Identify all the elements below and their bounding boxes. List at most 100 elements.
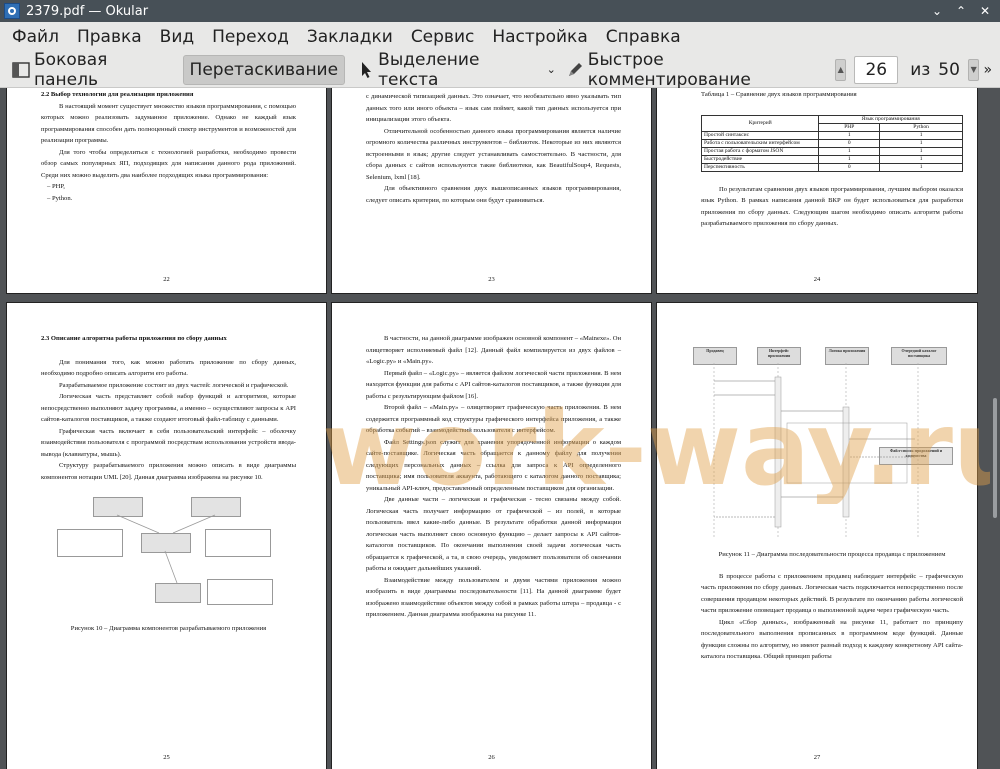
table-cell: 1: [879, 162, 963, 172]
table-cell: Простая работа с форматом JSON: [700, 146, 820, 156]
page-number: 23: [488, 275, 495, 283]
table-cell: 1: [879, 154, 963, 164]
main-toolbar: Боковая панель Перетаскивание Выделение …: [0, 50, 1000, 90]
paragraph: В частности, на данной диаграмме изображ…: [366, 335, 621, 365]
page-27: Продавец Интерфейс приложения Логика при…: [656, 302, 978, 769]
component-diagram: [41, 493, 296, 623]
paragraph: Структуру разрабатываемого приложения мо…: [41, 462, 296, 481]
paragraph: Графическая часть включает в себя пользо…: [41, 427, 296, 458]
page-25: 2.3 Описание алгоритма работы приложения…: [6, 302, 327, 769]
table-cell: 1: [879, 138, 963, 148]
drag-mode-button[interactable]: Перетаскивание: [182, 54, 346, 85]
table-row: Работа с пользовательским интерфейсом 0 …: [700, 138, 963, 148]
paragraph: Первый файл – «Logic.py» – является файл…: [366, 369, 621, 400]
paragraph: Для объективного сравнения двух вышеопис…: [366, 185, 621, 204]
vertical-scrollbar[interactable]: [990, 88, 1000, 769]
okular-app-icon: [4, 3, 20, 19]
sidebar-label: Боковая панель: [34, 49, 108, 90]
toolbar-overflow-icon[interactable]: »: [983, 62, 992, 78]
table-row: Простой синтаксис 1 1: [700, 130, 963, 140]
previous-page-icon[interactable]: ▲: [834, 58, 847, 81]
page-23: с динамической типизацией данных. Это оз…: [331, 88, 652, 294]
page-number: 22: [163, 275, 170, 283]
paragraph: Для понимания того, как можно работать п…: [41, 358, 296, 378]
page-heading: 2.2 Выбор технологии для реализации прил…: [41, 91, 194, 98]
document-viewport[interactable]: 2.2 Выбор технологии для реализации прил…: [0, 88, 1000, 769]
close-icon[interactable]: ✕: [978, 4, 992, 18]
page-number: 27: [813, 753, 821, 761]
maximize-icon[interactable]: ⌃: [954, 4, 968, 18]
drag-mode-label: Перетаскивание: [189, 59, 339, 80]
table-cell: 0: [818, 138, 881, 148]
menu-bookmarks[interactable]: Закладки: [298, 27, 402, 47]
current-page-value: 26: [865, 59, 888, 80]
page-22: 2.2 Выбор технологии для реализации прил…: [6, 88, 327, 294]
table-cell: 0: [818, 162, 881, 172]
paragraph: Для того чтобы определиться с технологие…: [41, 148, 296, 179]
table-header: Критерий: [700, 114, 820, 132]
page-number: 26: [488, 753, 495, 761]
quick-annotate-label: Быстрое комментирование: [587, 49, 751, 90]
list-item: – Python.: [47, 194, 73, 202]
table-cell: Перспективность: [700, 162, 820, 172]
menu-settings[interactable]: Настройка: [483, 27, 596, 47]
total-pages-value: 50: [938, 59, 960, 80]
menu-bar: Файл Правка Вид Переход Закладки Сервис …: [0, 22, 1000, 52]
sidebar-icon: [12, 61, 30, 79]
sequence-diagram: Продавец Интерфейс приложения Логика при…: [693, 347, 963, 543]
paragraph: с динамической типизацией данных. Это оз…: [366, 93, 621, 123]
menu-tools[interactable]: Сервис: [402, 27, 484, 47]
page-number: 25: [163, 753, 170, 761]
scrollbar-thumb[interactable]: [993, 398, 997, 518]
table-cell: 1: [818, 146, 881, 156]
page-26: В частности, на данной диаграмме изображ…: [331, 302, 652, 769]
window-title: 2379.pdf — Okular: [26, 3, 149, 19]
select-text-label: Выделение текста: [378, 49, 480, 90]
select-text-button[interactable]: Выделение текста: [351, 50, 542, 90]
select-mode-dropdown-icon[interactable]: ⌄: [547, 63, 556, 76]
menu-help[interactable]: Справка: [597, 27, 690, 47]
page-heading: 2.3 Описание алгоритма работы приложения…: [41, 335, 227, 342]
table-cell: 1: [818, 130, 881, 140]
paragraph: Отличительной особенностью данного языка…: [366, 127, 621, 181]
sidebar-button[interactable]: Боковая панель: [6, 50, 175, 90]
menu-edit[interactable]: Правка: [68, 27, 151, 47]
list-item: – PHP,: [47, 183, 65, 190]
table-header: Python: [879, 122, 963, 132]
current-page-field[interactable]: 26: [854, 55, 899, 84]
paragraph: Второй файл – «Main.py» – олицетворяет г…: [366, 404, 621, 434]
paragraph: Две данные части – логическая и графичес…: [366, 496, 621, 572]
minimize-icon[interactable]: ⌄: [930, 4, 944, 18]
table-cell: 1: [818, 154, 881, 164]
table-cell: 1: [879, 130, 963, 140]
next-page-icon[interactable]: ▼: [967, 58, 980, 81]
table-row: Перспективность 0 1: [700, 162, 963, 172]
table-cell: Работа с пользовательским интерфейсом: [700, 138, 820, 148]
table-header: PHP: [818, 122, 881, 132]
menu-file[interactable]: Файл: [0, 27, 68, 47]
paragraph: Логическая часть представляет собой набо…: [41, 393, 296, 423]
paragraph: Разрабатываемое приложение состоит из дв…: [59, 381, 289, 389]
table-cell: Простой синтаксис: [700, 130, 820, 140]
table-caption: Таблица 1 – Сравнение двух языков програ…: [701, 91, 857, 98]
menu-go[interactable]: Переход: [203, 27, 298, 47]
table-cell: 1: [879, 146, 963, 156]
table-cell: Быстродействие: [700, 154, 820, 164]
table-header: Язык программирования: [818, 114, 963, 124]
comparison-table: Критерий Язык программирования PHP Pytho…: [700, 114, 963, 172]
diagram-connectors: [116, 514, 216, 584]
table-row: Простая работа с форматом JSON 1 1: [700, 146, 963, 156]
page-24: Таблица 1 – Сравнение двух языков програ…: [656, 88, 978, 294]
text-cursor-icon: [357, 61, 374, 79]
menu-view[interactable]: Вид: [151, 27, 203, 47]
page-of-label: из: [910, 59, 931, 80]
table-row: Быстродействие 1 1: [700, 154, 963, 164]
figure-caption: Рисунок 10 – Диаграмма компонентов разра…: [70, 625, 267, 632]
sequence-lines: [713, 363, 919, 537]
paragraph: Взаимодействие между пользователем и дву…: [366, 576, 621, 619]
paragraph: В настоящий момент существует множество …: [41, 102, 296, 145]
pen-icon: [566, 61, 584, 79]
page-number: 24: [813, 275, 821, 283]
figure-caption: Рисунок 11 – Диаграмма последовательност…: [718, 551, 946, 558]
quick-annotate-button[interactable]: Быстрое комментирование: [560, 50, 825, 90]
